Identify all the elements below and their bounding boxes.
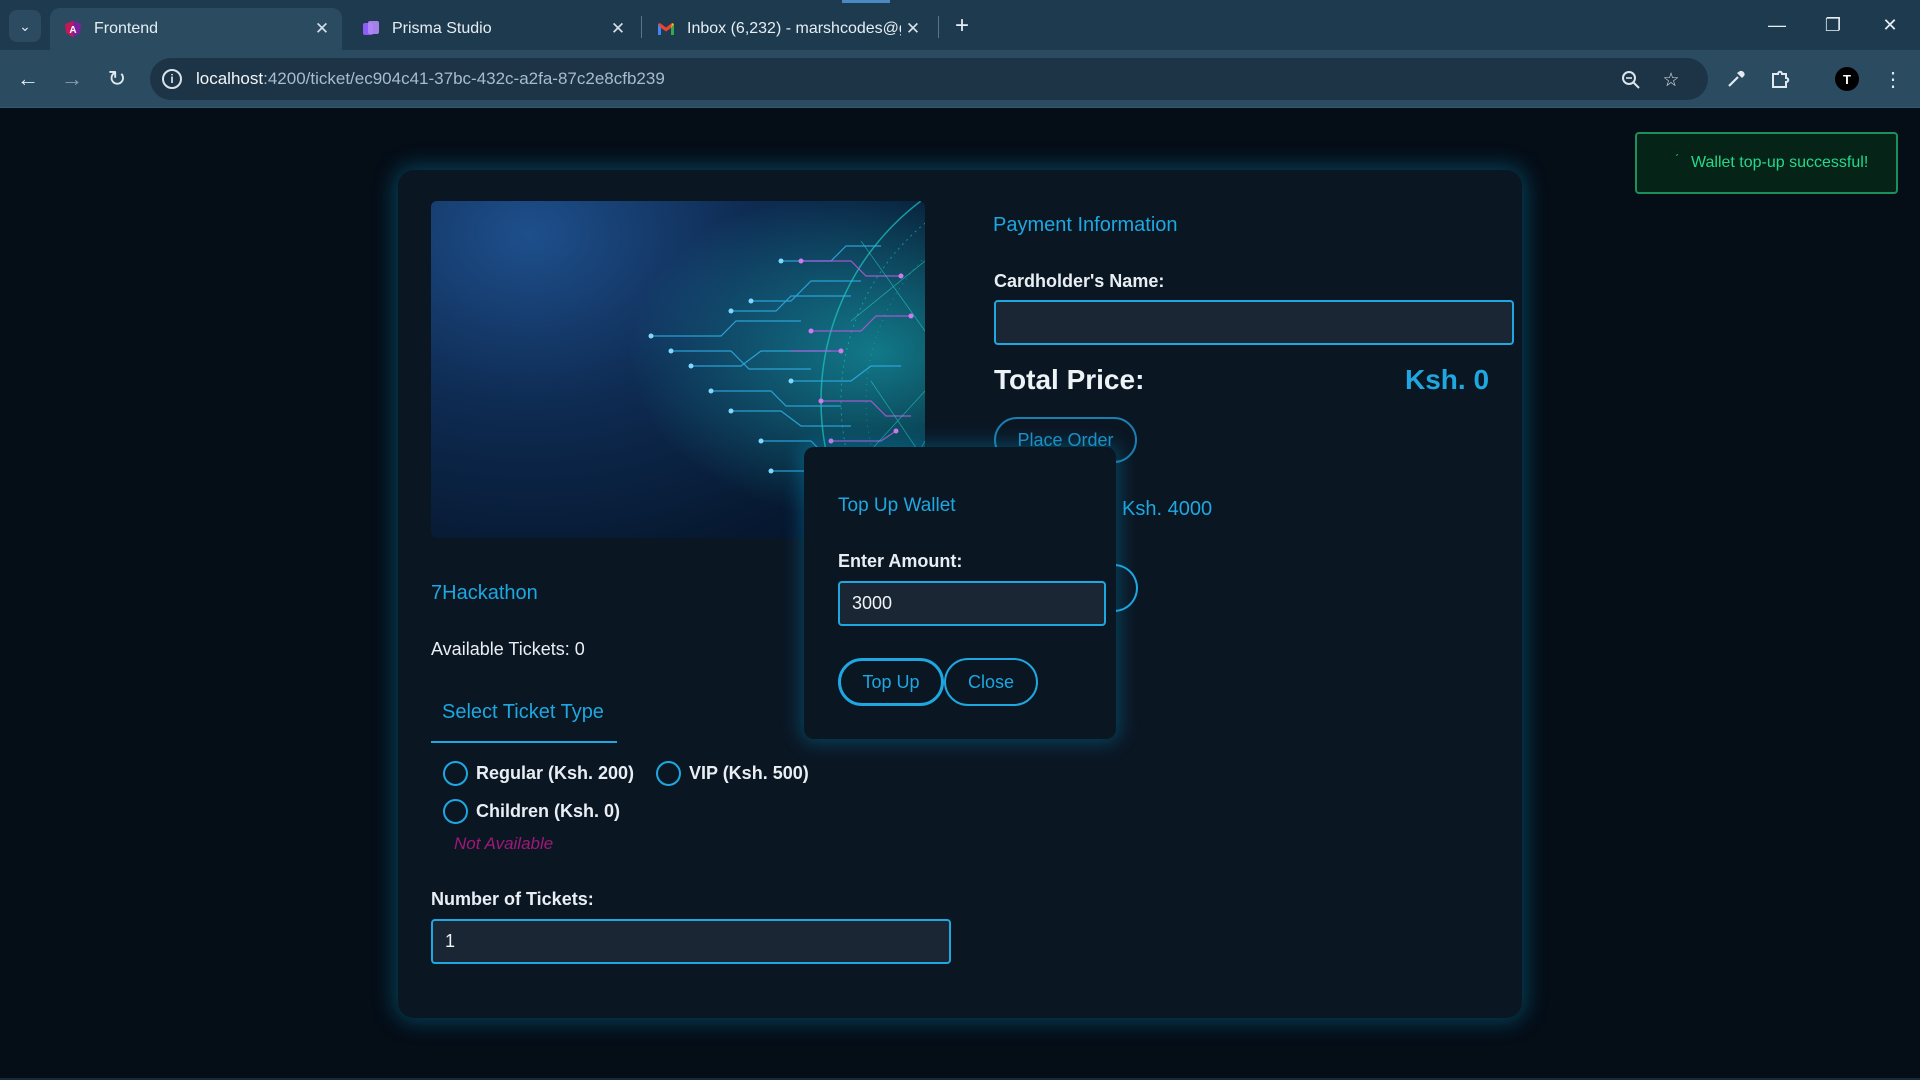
tab-select-ticket-type[interactable]: Select Ticket Type [431,692,617,743]
close-icon[interactable]: ✕ [310,17,334,41]
close-icon[interactable]: ✕ [901,17,925,41]
gmail-icon [658,23,674,35]
minimize-button[interactable]: — [1753,8,1801,42]
enter-amount-label: Enter Amount: [838,551,963,571]
tab-prisma-studio[interactable]: Prisma Studio ✕ [348,8,638,50]
kebab-menu-icon[interactable]: ⋮ [1878,64,1908,94]
angular-icon: A [65,21,81,37]
tab-separator [938,16,939,38]
tab-title: Prisma Studio [392,20,492,37]
radio-children[interactable]: Children (Ksh. 0) [443,799,620,824]
radio-label: Regular (Ksh. 200) [476,763,635,783]
number-of-tickets-input[interactable]: 1 [431,919,951,964]
bookmark-star-icon[interactable]: ☆ [1658,67,1684,93]
reload-button[interactable]: ↻ [100,62,134,96]
radio-circle[interactable] [443,761,468,786]
tab-gmail-inbox[interactable]: Inbox (6,232) - marshcodes@gmail.com ✕ [643,8,933,50]
success-toast[interactable]: ˊ Wallet top-up successful! [1635,132,1898,194]
wallet-balance-value: Ksh. 4000 [1122,498,1213,520]
forward-button[interactable]: → [55,62,89,96]
arrow-left-icon: ← [17,66,39,91]
cardholder-name-label: Cardholder's Name: [994,271,1165,291]
arrow-right-icon: → [61,66,83,91]
close-icon: ✕ [1882,14,1898,35]
extensions-puzzle-icon[interactable] [1766,64,1796,94]
top-up-wallet-modal: Top Up Wallet Enter Amount: 3000 Top Up … [804,447,1116,739]
top-up-button[interactable]: Top Up [838,658,944,706]
radio-label: Children (Ksh. 0) [476,801,621,821]
site-info-icon[interactable]: i [162,69,182,89]
radio-regular[interactable]: Regular (Ksh. 200) [443,761,634,786]
minimize-icon: — [1768,14,1786,35]
url-host: localhost [196,69,264,88]
profile-avatar[interactable]: T [1835,67,1859,91]
tab-loading-indicator [842,0,890,3]
restore-button[interactable]: ❐ [1809,8,1857,42]
browser-toolbar: ← → ↻ i localhost:4200/ticket/ec904c41-3… [0,50,1920,108]
number-of-tickets-label: Number of Tickets: [431,889,594,909]
check-icon: ˊ [1675,152,1679,166]
new-tab-button[interactable]: + [948,12,976,40]
tab-title: Frontend [94,20,159,37]
toast-message: Wallet top-up successful! [1691,154,1869,171]
event-title: 7Hackathon [431,582,538,604]
eyedropper-icon[interactable] [1721,64,1751,94]
tab-search-button[interactable]: ⌄ [9,10,41,42]
radio-vip[interactable]: VIP (Ksh. 500) [656,761,809,786]
radio-circle[interactable] [656,761,681,786]
prisma-icon [363,21,379,35]
url-text[interactable]: localhost:4200/ticket/ec904c41-37bc-432c… [196,69,665,89]
zoom-icon[interactable] [1618,67,1644,93]
available-tickets-text: Available Tickets: 0 [431,639,585,659]
back-button[interactable]: ← [11,62,45,96]
total-price-value: Ksh. 0 [1405,364,1490,395]
amount-input[interactable]: 3000 [838,581,1106,626]
modal-title: Top Up Wallet [838,495,956,516]
tab-separator [641,16,642,38]
tab-title: Inbox (6,232) - marshcodes@gmail.com [687,20,901,37]
payment-information-heading: Payment Information [993,214,1178,236]
close-window-button[interactable]: ✕ [1866,8,1914,42]
plus-icon: + [954,12,969,39]
radio-circle[interactable] [443,799,468,824]
url-path: :4200/ticket/ec904c41-37bc-432c-a2fa-87c… [263,69,665,88]
radio-label: VIP (Ksh. 500) [689,763,809,783]
chevron-down-icon: ⌄ [19,17,31,34]
browser-tabstrip: ⌄ A Frontend ✕ Prisma Studio ✕ Inbox (6,… [0,0,1920,50]
address-bar[interactable]: i localhost:4200/ticket/ec904c41-37bc-43… [150,58,1708,100]
not-available-text: Not Available [454,834,554,853]
restore-icon: ❐ [1824,14,1842,35]
tab-frontend[interactable]: A Frontend ✕ [50,8,342,50]
reload-icon: ↻ [107,66,127,91]
svg-text:A: A [69,25,76,36]
total-price-label: Total Price: [994,364,1145,395]
cardholder-name-input[interactable] [994,300,1514,345]
close-icon[interactable]: ✕ [606,17,630,41]
close-button[interactable]: Close [944,658,1038,706]
